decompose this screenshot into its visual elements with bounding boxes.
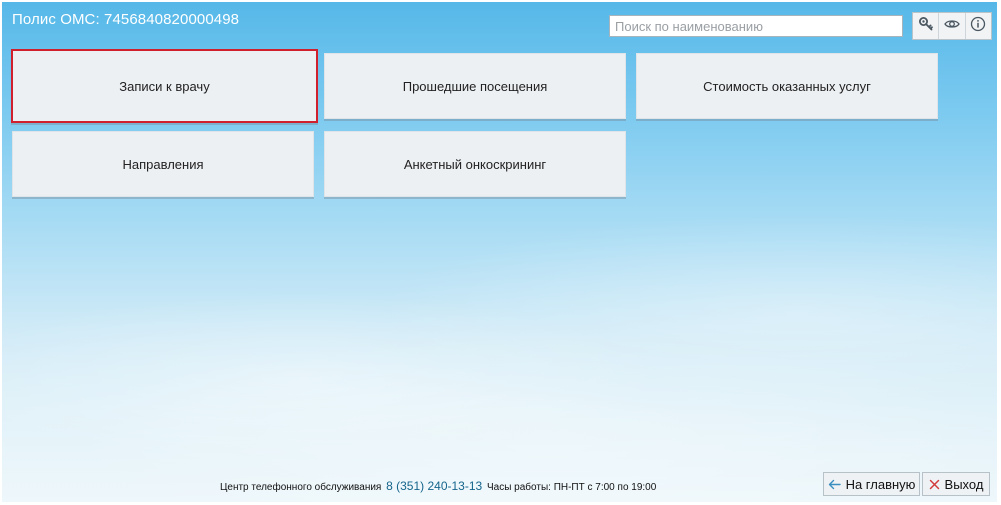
home-button[interactable]: На главную [823,472,920,496]
tile-label: Записи к врачу [119,78,210,94]
eye-icon [944,16,960,37]
exit-button[interactable]: Выход [922,472,990,496]
search-input[interactable] [609,15,903,37]
app-window: Полис ОМС: 7456840820000498 Поиск по наи… [2,2,997,502]
toolbar-button-group [912,12,992,40]
policy-number-title: Полис ОМС: 7456840820000498 [12,11,240,28]
tile-label: Направления [122,156,204,172]
phone-number: 8 (351) 240-13-13 [386,479,483,493]
tile-services-cost[interactable]: Стоимость оказанных услуг [636,53,938,119]
close-icon [929,479,940,490]
tile-label: Анкетный онкоскрининг [403,156,547,172]
tile-onco-screening-survey[interactable]: Анкетный онкоскрининг [324,131,626,197]
footer-contact-info: Центр телефонного обслуживания 8 (351) 2… [220,479,656,493]
tile-label: Прошедшие посещения [402,78,548,94]
exit-button-label: Выход [944,476,984,492]
home-button-label: На главную [845,476,916,492]
key-button[interactable] [913,13,940,39]
info-button[interactable] [966,13,991,39]
service-center-label: Центр телефонного обслуживания [220,482,382,493]
tile-past-visits[interactable]: Прошедшие посещения [324,53,626,119]
arrow-left-icon [828,479,841,490]
visibility-button[interactable] [939,13,966,39]
tile-referrals[interactable]: Направления [12,131,314,197]
tile-label: Стоимость оказанных услуг [703,78,871,94]
info-icon [970,16,986,37]
key-icon [918,16,934,37]
tile-doctor-appointments[interactable]: Записи к врачу [11,49,318,123]
working-hours: Часы работы: ПН-ПТ с 7:00 по 19:00 [486,482,657,493]
